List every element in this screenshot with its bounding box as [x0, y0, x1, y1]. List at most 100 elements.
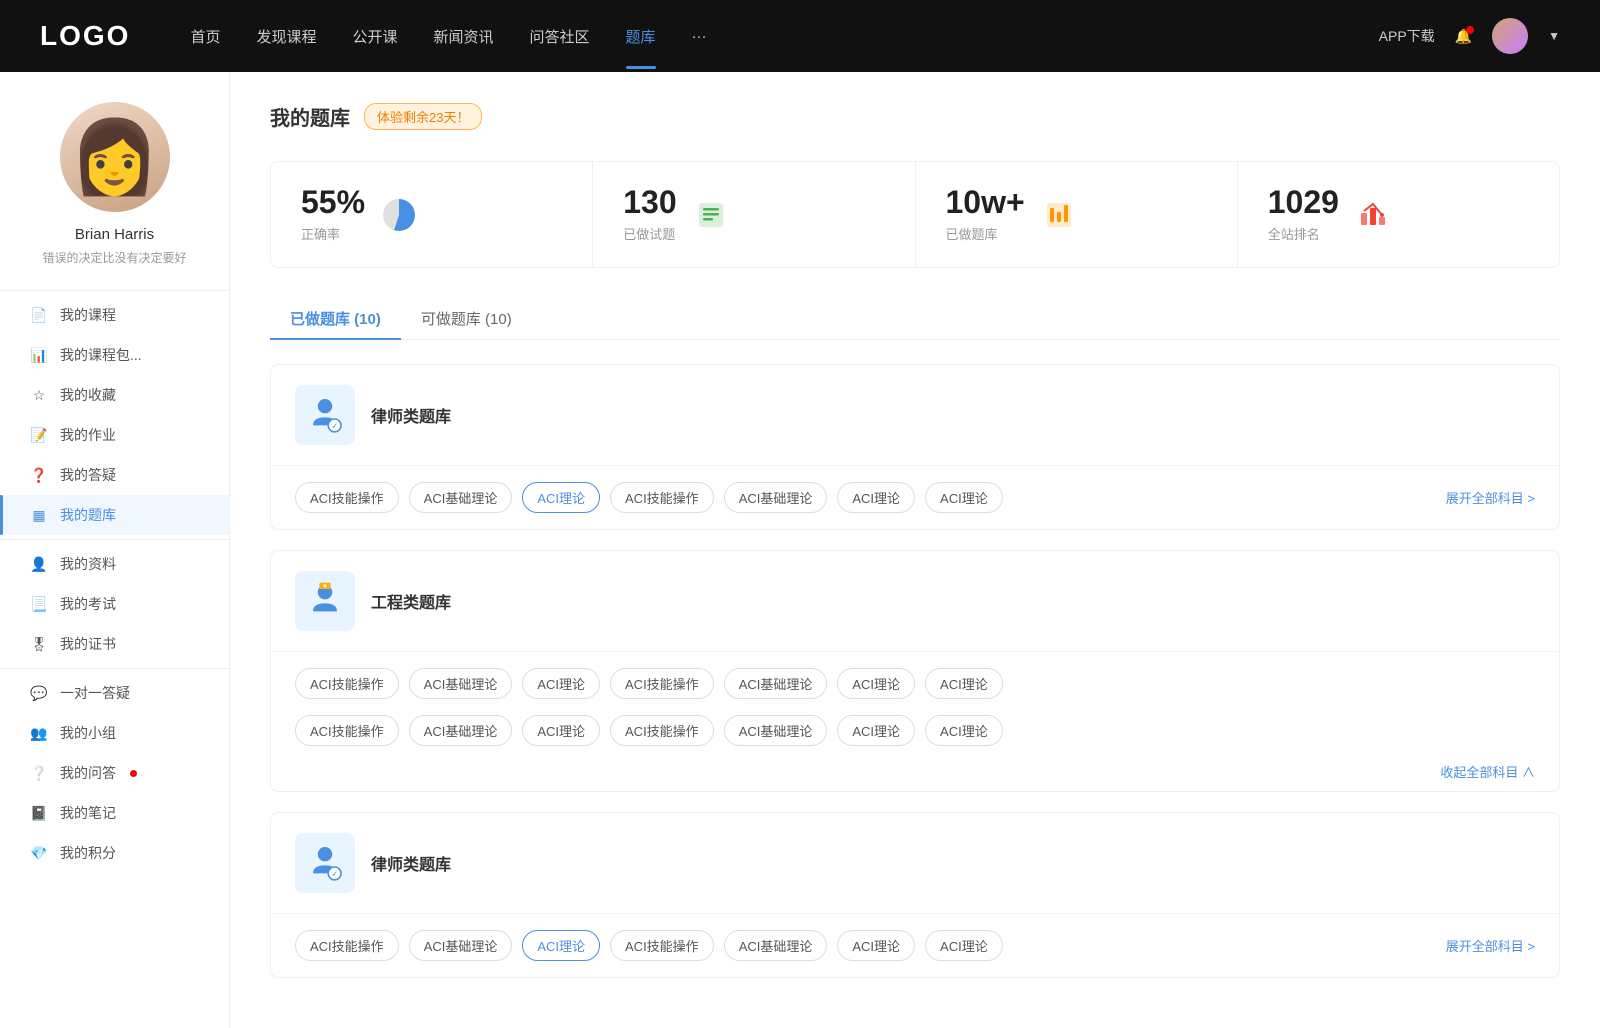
bank-title-1: 律师类题库 [371, 403, 451, 427]
nav-open-course[interactable]: 公开课 [352, 26, 397, 47]
bell-button[interactable]: 🔔 [1455, 28, 1472, 45]
tag[interactable]: ACI理论 [522, 715, 600, 746]
chevron-down-icon[interactable]: ▼ [1548, 29, 1560, 43]
tag[interactable]: ACI技能操作 [610, 930, 714, 961]
chart-icon: 📊 [30, 346, 48, 364]
bank-card-2: 工程类题库 ACI技能操作 ACI基础理论 ACI理论 ACI技能操作 ACI基… [270, 550, 1560, 792]
stat-questions-done: 130 已做试题 [593, 162, 915, 267]
accuracy-label: 正确率 [301, 224, 365, 243]
tag[interactable]: ACI理论 [925, 930, 1003, 961]
accuracy-chart [383, 199, 415, 231]
tag[interactable]: ACI基础理论 [409, 668, 513, 699]
file-icon: 📄 [30, 306, 48, 324]
tag[interactable]: ACI基础理论 [724, 668, 828, 699]
banks-value: 10w+ [946, 186, 1025, 218]
sidebar-label: 我的资料 [60, 554, 116, 574]
nav-home[interactable]: 首页 [190, 26, 220, 47]
nav-links: 首页 发现课程 公开课 新闻资讯 问答社区 题库 ··· [190, 26, 1378, 47]
tag[interactable]: ACI技能操作 [610, 668, 714, 699]
bank-tags-1: ACI技能操作 ACI基础理论 ACI理论 ACI技能操作 ACI基础理论 AC… [271, 466, 1559, 529]
sidebar-item-question-bank[interactable]: ▦ 我的题库 [0, 495, 229, 535]
sidebar-item-my-course[interactable]: 📄 我的课程 [0, 295, 229, 335]
tag[interactable]: ACI理论 [925, 482, 1003, 513]
sidebar-item-group[interactable]: 👥 我的小组 [0, 713, 229, 753]
user-icon: 👤 [30, 555, 48, 573]
sidebar-item-profile[interactable]: 👤 我的资料 [0, 544, 229, 584]
sidebar-item-my-qa[interactable]: ❔ 我的问答 [0, 753, 229, 793]
questions-value: 130 [623, 186, 676, 218]
sidebar-item-exam[interactable]: 📃 我的考试 [0, 584, 229, 624]
tag[interactable]: ACI基础理论 [409, 715, 513, 746]
tag[interactable]: ACI基础理论 [409, 930, 513, 961]
expand-link-3[interactable]: 展开全部科目 > [1446, 936, 1535, 955]
bank-card-header-1: ✓ 律师类题库 [271, 365, 1559, 466]
doc-icon: 📝 [30, 426, 48, 444]
rank-label: 全站排名 [1268, 224, 1339, 243]
question-circle-icon: ❓ [30, 466, 48, 484]
expand-link-1[interactable]: 展开全部科目 > [1446, 488, 1535, 507]
chat-icon: 💬 [30, 684, 48, 702]
sidebar-label: 我的收藏 [60, 385, 116, 405]
sidebar-menu: 📄 我的课程 📊 我的课程包... ☆ 我的收藏 📝 我的作业 ❓ 我的答疑 ▦ [0, 295, 229, 873]
bell-dot [1466, 26, 1474, 34]
sidebar-item-homework[interactable]: 📝 我的作业 [0, 415, 229, 455]
sidebar-item-qa[interactable]: ❓ 我的答疑 [0, 455, 229, 495]
bank-card-1: ✓ 律师类题库 ACI技能操作 ACI基础理论 ACI理论 ACI技能操作 AC… [270, 364, 1560, 530]
avatar-image [60, 102, 170, 212]
stat-accuracy: 55% 正确率 [271, 162, 593, 267]
app-download-link[interactable]: APP下载 [1379, 26, 1435, 46]
sidebar-label: 我的课程包... [60, 345, 142, 365]
tag[interactable]: ACI理论 [837, 482, 915, 513]
tag[interactable]: ACI基础理论 [724, 930, 828, 961]
tag[interactable]: ACI理论 [522, 668, 600, 699]
sidebar-label: 一对一答疑 [60, 683, 130, 703]
tag[interactable]: ACI技能操作 [295, 482, 399, 513]
tag[interactable]: ACI理论 [925, 668, 1003, 699]
user-name: Brian Harris [75, 226, 154, 243]
sidebar-item-1on1[interactable]: 💬 一对一答疑 [0, 673, 229, 713]
tag-active[interactable]: ACI理论 [522, 482, 600, 513]
tag[interactable]: ACI理论 [837, 715, 915, 746]
tag[interactable]: ACI基础理论 [724, 482, 828, 513]
sidebar-item-course-pkg[interactable]: 📊 我的课程包... [0, 335, 229, 375]
tag[interactable]: ACI基础理论 [724, 715, 828, 746]
tag[interactable]: ACI理论 [837, 668, 915, 699]
list-icon [693, 197, 729, 233]
sidebar-item-points[interactable]: 💎 我的积分 [0, 833, 229, 873]
tag[interactable]: ACI技能操作 [295, 930, 399, 961]
tag[interactable]: ACI理论 [837, 930, 915, 961]
nav-news[interactable]: 新闻资讯 [434, 26, 494, 47]
stats-row: 55% 正确率 130 已做试题 [270, 161, 1560, 268]
nav-discover[interactable]: 发现课程 [256, 26, 316, 47]
sidebar-item-favorites[interactable]: ☆ 我的收藏 [0, 375, 229, 415]
nav-bank[interactable]: 题库 [626, 26, 656, 47]
nav-qa[interactable]: 问答社区 [530, 26, 590, 47]
tag[interactable]: ACI技能操作 [295, 668, 399, 699]
rank-icon [1355, 197, 1391, 233]
sidebar-label: 我的考试 [60, 594, 116, 614]
sidebar-label: 我的小组 [60, 723, 116, 743]
tag[interactable]: ACI理论 [925, 715, 1003, 746]
engineer-icon [295, 571, 355, 631]
tab-available[interactable]: 可做题库 (10) [401, 298, 532, 339]
sidebar-label: 我的课程 [60, 305, 116, 325]
user-avatar [60, 102, 170, 212]
tag[interactable]: ACI技能操作 [610, 482, 714, 513]
nav-more[interactable]: ··· [692, 28, 707, 45]
bank-card-header-3: ✓ 律师类题库 [271, 813, 1559, 914]
tag-active[interactable]: ACI理论 [522, 930, 600, 961]
grid-icon: ▦ [30, 506, 48, 524]
tag[interactable]: ACI基础理论 [409, 482, 513, 513]
gem-icon: 💎 [30, 844, 48, 862]
collapse-link-2[interactable]: 收起全部科目 ∧ [271, 762, 1559, 791]
bank-stat-icon [1041, 197, 1077, 233]
sidebar-item-cert[interactable]: 🎖 我的证书 [0, 624, 229, 664]
sidebar-item-notes[interactable]: 📓 我的笔记 [0, 793, 229, 833]
tag[interactable]: ACI技能操作 [295, 715, 399, 746]
bank-tags-row2-2: ACI技能操作 ACI基础理论 ACI理论 ACI技能操作 ACI基础理论 AC… [271, 715, 1559, 762]
avatar[interactable] [1492, 18, 1528, 54]
tab-done[interactable]: 已做题库 (10) [270, 298, 401, 339]
tag[interactable]: ACI技能操作 [610, 715, 714, 746]
main-layout: Brian Harris 错误的决定比没有决定要好 📄 我的课程 📊 我的课程包… [0, 0, 1600, 1028]
stat-banks-done: 10w+ 已做题库 [916, 162, 1238, 267]
